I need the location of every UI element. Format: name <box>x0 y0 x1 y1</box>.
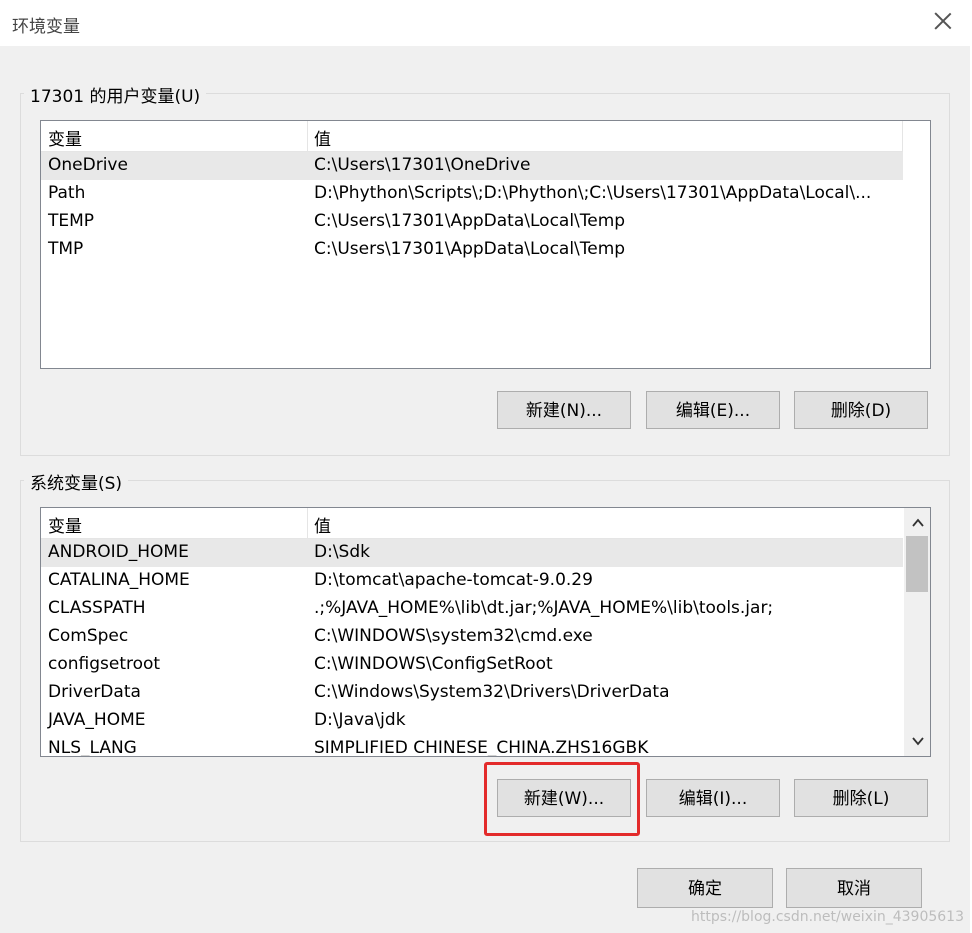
column-header-value[interactable]: 值 <box>314 512 331 537</box>
chevron-up-icon[interactable] <box>912 518 924 528</box>
column-divider[interactable] <box>307 121 308 151</box>
var-name: DriverData <box>48 682 141 702</box>
ok-button[interactable]: 确定 <box>637 868 773 908</box>
var-name: ANDROID_HOME <box>48 542 189 562</box>
system-delete-button[interactable]: 删除(L) <box>794 779 928 817</box>
column-divider[interactable] <box>902 121 903 151</box>
system-vars-label: 系统变量(S) <box>24 469 129 494</box>
var-value: C:\Users\17301\AppData\Local\Temp <box>314 211 626 231</box>
close-icon[interactable] <box>932 10 954 32</box>
user-edit-button[interactable]: 编辑(E)... <box>646 391 780 429</box>
highlight-annotation <box>484 762 640 836</box>
var-name: OneDrive <box>48 155 128 175</box>
table-row[interactable]: DriverData C:\Windows\System32\Drivers\D… <box>41 679 903 707</box>
user-new-button[interactable]: 新建(N)... <box>497 391 631 429</box>
var-name: configsetroot <box>48 654 161 674</box>
column-header-name[interactable]: 变量 <box>48 125 82 150</box>
var-name: CLASSPATH <box>48 598 146 618</box>
column-header-name[interactable]: 变量 <box>48 512 82 537</box>
window-title: 环境变量 <box>12 17 80 37</box>
user-vars-list[interactable]: 变量 值 OneDrive C:\Users\17301\OneDrive Pa… <box>40 120 931 369</box>
table-row[interactable]: ANDROID_HOME D:\Sdk <box>41 539 903 567</box>
watermark: https://blog.csdn.net/weixin_43905613 <box>690 909 964 925</box>
scrollbar-thumb[interactable] <box>906 536 928 592</box>
var-name: TMP <box>48 239 84 259</box>
table-row[interactable]: TEMP C:\Users\17301\AppData\Local\Temp <box>41 208 903 236</box>
table-row[interactable]: JAVA_HOME D:\Java\jdk <box>41 707 903 735</box>
var-name: ComSpec <box>48 626 129 646</box>
var-name: CATALINA_HOME <box>48 570 190 590</box>
user-delete-button[interactable]: 删除(D) <box>794 391 928 429</box>
table-row[interactable]: CATALINA_HOME D:\tomcat\apache-tomcat-9.… <box>41 567 903 595</box>
var-value: D:\tomcat\apache-tomcat-9.0.29 <box>314 570 593 590</box>
column-divider[interactable] <box>307 508 308 538</box>
chevron-down-icon[interactable] <box>912 736 924 746</box>
var-name: JAVA_HOME <box>48 710 146 730</box>
vertical-scrollbar[interactable] <box>904 508 930 756</box>
system-edit-button[interactable]: 编辑(I)... <box>646 779 780 817</box>
var-value: .;%JAVA_HOME%\lib\dt.jar;%JAVA_HOME%\lib… <box>314 598 774 618</box>
column-header-value[interactable]: 值 <box>314 125 331 150</box>
table-row[interactable]: NLS_LANG SIMPLIFIED CHINESE_CHINA.ZHS16G… <box>41 735 903 757</box>
user-vars-label: 17301 的用户变量(U) <box>24 82 207 107</box>
var-name: TEMP <box>48 211 95 231</box>
var-value: C:\Users\17301\OneDrive <box>314 155 531 175</box>
cancel-button[interactable]: 取消 <box>786 868 922 908</box>
var-value: SIMPLIFIED CHINESE_CHINA.ZHS16GBK <box>314 738 649 757</box>
list-header: 变量 值 <box>41 121 903 152</box>
table-row[interactable]: Path D:\Phython\Scripts\;D:\Phython\;C:\… <box>41 180 903 208</box>
var-value: D:\Phython\Scripts\;D:\Phython\;C:\Users… <box>314 183 872 203</box>
var-value: C:\WINDOWS\ConfigSetRoot <box>314 654 553 674</box>
title-bar: 环境变量 <box>0 0 972 46</box>
table-row[interactable]: CLASSPATH .;%JAVA_HOME%\lib\dt.jar;%JAVA… <box>41 595 903 623</box>
var-value: D:\Sdk <box>314 542 370 562</box>
var-name: Path <box>48 183 86 203</box>
var-value: D:\Java\jdk <box>314 710 406 730</box>
table-row[interactable]: configsetroot C:\WINDOWS\ConfigSetRoot <box>41 651 903 679</box>
var-value: C:\Windows\System32\Drivers\DriverData <box>314 682 670 702</box>
list-header: 变量 值 <box>41 508 903 539</box>
table-row[interactable]: ComSpec C:\WINDOWS\system32\cmd.exe <box>41 623 903 651</box>
var-name: NLS_LANG <box>48 738 137 757</box>
table-row[interactable]: OneDrive C:\Users\17301\OneDrive <box>41 152 903 180</box>
var-value: C:\Users\17301\AppData\Local\Temp <box>314 239 626 259</box>
system-vars-list[interactable]: 变量 值 ANDROID_HOME D:\Sdk CATALINA_HOME D… <box>40 507 931 757</box>
var-value: C:\WINDOWS\system32\cmd.exe <box>314 626 593 646</box>
table-row[interactable]: TMP C:\Users\17301\AppData\Local\Temp <box>41 236 903 264</box>
